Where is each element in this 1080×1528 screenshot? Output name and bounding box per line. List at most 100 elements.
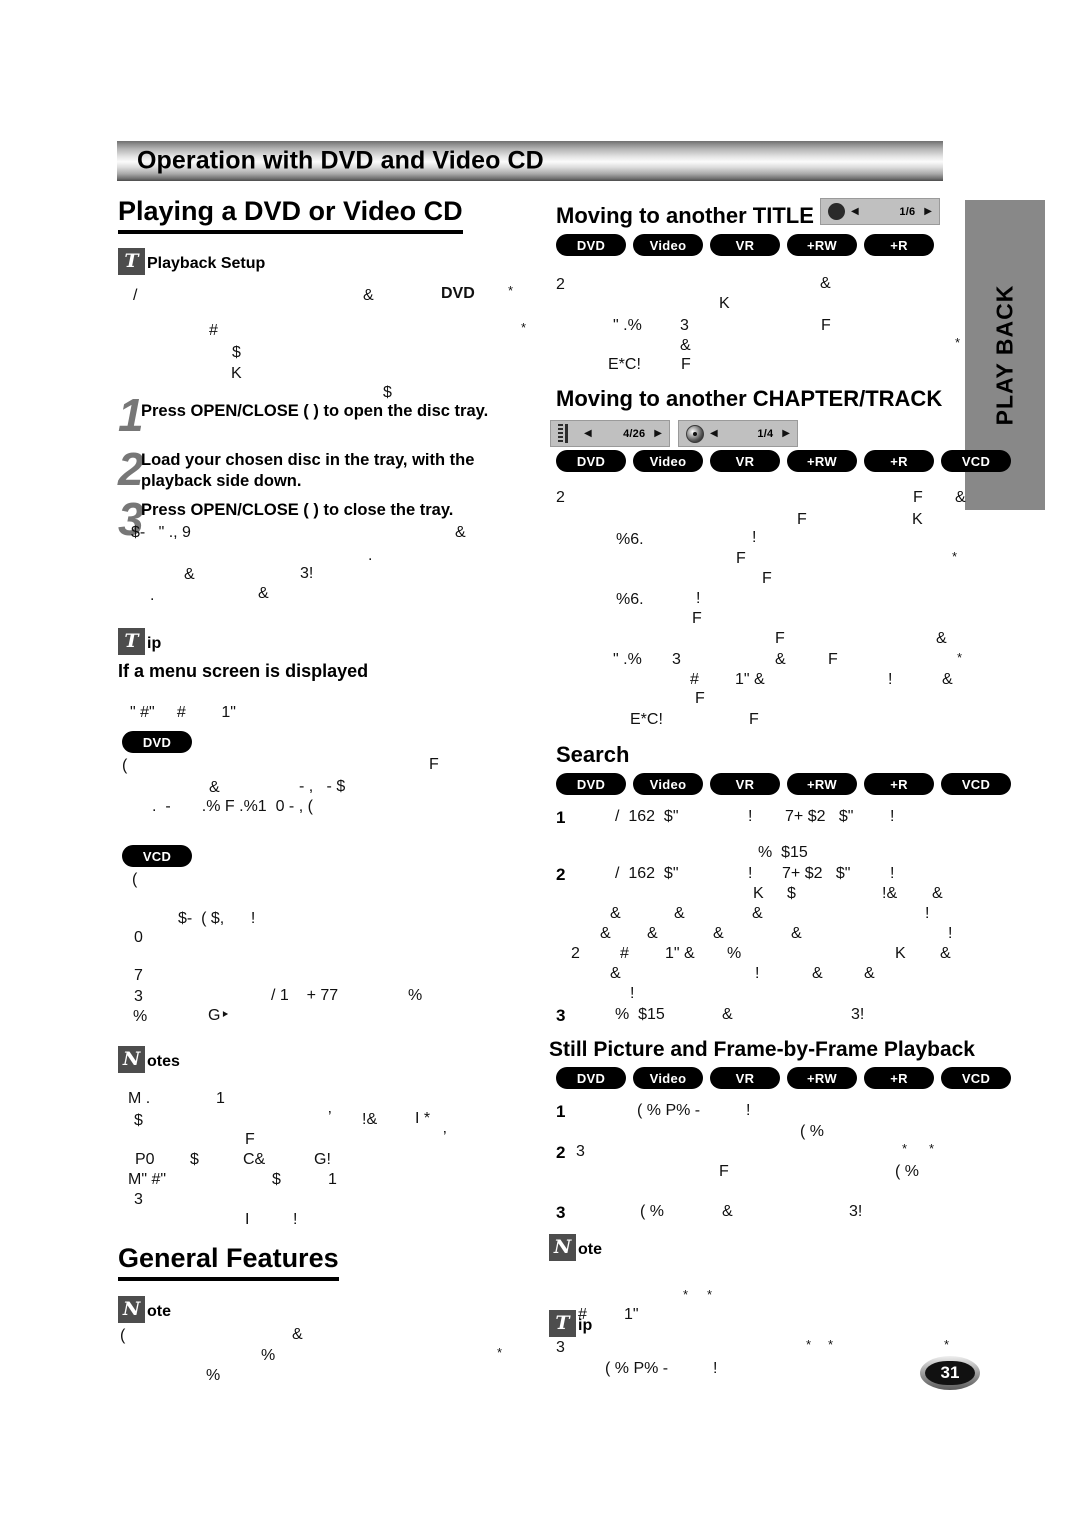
body-text-fragment: / 162 $" <box>615 865 679 882</box>
body-text-fragment: ( % P% - <box>637 1102 701 1119</box>
notes-marker: N otes <box>118 1046 180 1073</box>
body-text-fragment: $- ( $, ! <box>178 910 256 927</box>
body-text-fragment: P0 <box>135 1151 155 1168</box>
body-text-fragment: $ <box>787 885 796 902</box>
body-text-fragment: / 1 + 77 <box>271 987 339 1004</box>
notes-label: otes <box>147 1053 180 1070</box>
body-text-fragment: I <box>245 1211 250 1228</box>
body-text-fragment: & <box>674 905 685 922</box>
body-text-fragment: ( <box>120 1327 126 1344</box>
heading-search: Search <box>556 742 630 767</box>
body-text-fragment: ! <box>748 808 753 825</box>
body-text-fragment: C& <box>243 1151 266 1168</box>
body-text-fragment: 3! <box>851 1006 865 1023</box>
body-text-fragment: ! <box>746 1102 751 1119</box>
body-text-fragment: / <box>133 287 138 304</box>
tip-icon: T <box>118 628 145 655</box>
body-text-fragment: * <box>955 335 961 350</box>
body-text-fragment: & <box>775 651 786 668</box>
body-text-fragment: - , - $ <box>299 778 346 795</box>
body-text-fragment: & <box>600 925 611 942</box>
body-text-fragment: % <box>206 1367 221 1384</box>
body-text-fragment: ! <box>755 965 760 982</box>
badge-dvd: DVD <box>556 450 626 472</box>
body-text-fragment: & <box>680 337 691 354</box>
osd-track-value: 1/4 <box>757 427 774 440</box>
body-text-fragment: M . <box>128 1090 151 1107</box>
tip-icon: T <box>118 248 145 275</box>
body-text-fragment: 3 <box>576 1143 585 1160</box>
heading-general-features: General Features <box>118 1243 339 1281</box>
playback-setup-label: Playback Setup <box>147 255 266 272</box>
heading-moving-to-another-title: Moving to another TITLE <box>556 203 814 228</box>
badge-plus-rw: +RW <box>787 1067 857 1089</box>
body-text-fragment: & <box>713 925 724 942</box>
heading-still-picture: Still Picture and Frame-by-Frame Playbac… <box>549 1038 975 1061</box>
body-text-fragment: K <box>719 295 730 312</box>
body-text-fragment: & <box>610 965 621 982</box>
badge-plus-rw: +RW <box>787 234 857 256</box>
badges-chapter-row: DVD Video VR +RW +R VCD <box>556 450 1011 472</box>
badge-vr: VR <box>710 1067 780 1089</box>
body-text-fragment: F <box>736 550 746 567</box>
body-text-fragment: # <box>620 945 629 962</box>
body-text-fragment: # <box>209 322 218 339</box>
body-text-fragment: F <box>695 690 705 707</box>
step-1-text: Press OPEN/CLOSE ( ) to open the disc tr… <box>141 402 489 420</box>
body-text-fragment: ! <box>925 905 930 922</box>
body-text-fragment: & <box>647 925 658 942</box>
badge-dvd: DVD <box>556 773 626 795</box>
tip-marker-menu-screen: T ip <box>118 628 161 655</box>
body-text-fragment: ! <box>713 1360 718 1377</box>
body-text-fragment: * <box>828 1337 834 1352</box>
badge-plus-rw: +RW <box>787 450 857 472</box>
tip-icon: T <box>549 1310 576 1337</box>
step-2-text: Load your chosen disc in the tray, with … <box>141 451 475 490</box>
body-text-fragment: $ <box>383 384 392 401</box>
body-text-fragment: ! <box>748 865 753 882</box>
badge-plus-r: +R <box>864 234 934 256</box>
chapter-icon <box>558 424 578 443</box>
search-step-2-number: 2 <box>556 865 566 884</box>
body-text-fragment: & <box>940 945 951 962</box>
body-text-fragment: G‣ <box>208 1007 230 1024</box>
body-text-fragment: 1 <box>216 1090 225 1107</box>
body-text-fragment: % <box>133 1008 148 1025</box>
body-text-fragment: * <box>806 1337 812 1352</box>
body-text-fragment: ! <box>630 985 635 1002</box>
search-step-3-number: 3 <box>556 1006 566 1025</box>
next-arrow-icon: ▶ <box>654 427 662 439</box>
body-text-fragment: % <box>261 1347 276 1364</box>
note-icon: N <box>549 1234 576 1261</box>
page-number-value: 31 <box>925 1361 975 1385</box>
body-text-fragment: * <box>683 1287 689 1302</box>
body-text-fragment: & <box>812 965 823 982</box>
prev-arrow-icon: ◀ <box>584 427 592 439</box>
badge-vcd: VCD <box>941 1067 1011 1089</box>
body-text-fragment: F <box>797 511 807 528</box>
body-text-fragment: K <box>895 945 906 962</box>
body-text-fragment: E*C! <box>630 711 663 728</box>
page-banner: Operation with DVD and Video CD <box>117 141 943 181</box>
body-text-fragment: & <box>791 925 802 942</box>
body-text-fragment: * <box>707 1287 713 1302</box>
manual-page: Operation with DVD and Video CD PLAY BAC… <box>0 0 1080 1528</box>
badge-video: Video <box>633 234 703 256</box>
body-text-fragment: 1 <box>328 1171 337 1188</box>
body-text-fragment: & <box>610 905 621 922</box>
body-text-fragment: F <box>429 756 439 773</box>
body-text-fragment: " #" # 1" <box>130 704 236 721</box>
body-text-fragment: F <box>692 610 702 627</box>
body-text-fragment: & <box>363 287 374 304</box>
body-text-fragment: % <box>408 987 423 1004</box>
body-text-fragment: $ <box>232 344 241 361</box>
body-text-fragment: & <box>942 671 953 688</box>
body-text-fragment: F <box>719 1163 729 1180</box>
body-text-fragment: K <box>912 511 923 528</box>
body-text-fragment: & <box>722 1203 733 1220</box>
body-text-fragment: M" #" <box>128 1171 167 1188</box>
search-step-1-number: 1 <box>556 808 566 827</box>
body-text-fragment: $ <box>134 1112 143 1129</box>
note-label: ote <box>147 1303 171 1320</box>
body-text-fragment: ( <box>132 871 138 888</box>
